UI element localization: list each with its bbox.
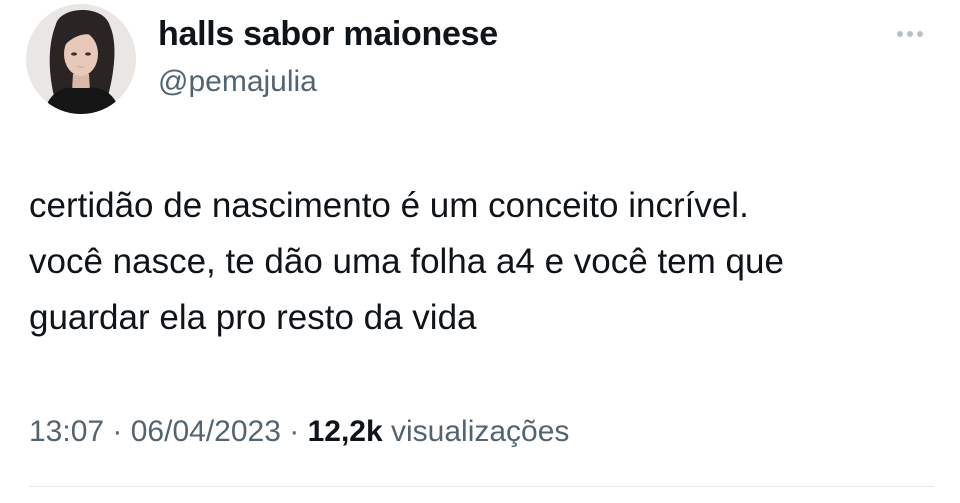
user-handle[interactable]: @pemajulia (158, 64, 317, 100)
tweet-text-line: guardar ela pro resto da vida (29, 298, 477, 337)
tweet-text: certidão de nascimento é um conceito inc… (29, 178, 949, 346)
meta-separator: · (280, 415, 308, 448)
tweet-text-line: certidão de nascimento é um conceito inc… (29, 186, 749, 225)
tweet-text-line: você nasce, te dão uma folha a4 e você t… (29, 242, 784, 281)
ellipsis-icon (907, 31, 913, 37)
tweet-time[interactable]: 13:07 (29, 415, 104, 448)
more-options-button[interactable] (890, 22, 930, 46)
meta-separator: · (104, 415, 131, 448)
views-count: 12,2k (307, 415, 383, 448)
tweet-meta: 13:07 · 06/04/2023 · 12,2k visualizações (29, 412, 569, 452)
views-label: visualizações (391, 415, 570, 448)
tweet-date[interactable]: 06/04/2023 (131, 415, 281, 448)
ellipsis-icon (897, 31, 903, 37)
display-name[interactable]: halls sabor maionese (158, 14, 498, 54)
avatar[interactable] (26, 4, 136, 114)
ellipsis-icon (917, 31, 923, 37)
profile-photo-icon (26, 4, 136, 114)
tweet-card: halls sabor maionese @pemajulia certidão… (0, 0, 960, 503)
divider (29, 486, 934, 487)
